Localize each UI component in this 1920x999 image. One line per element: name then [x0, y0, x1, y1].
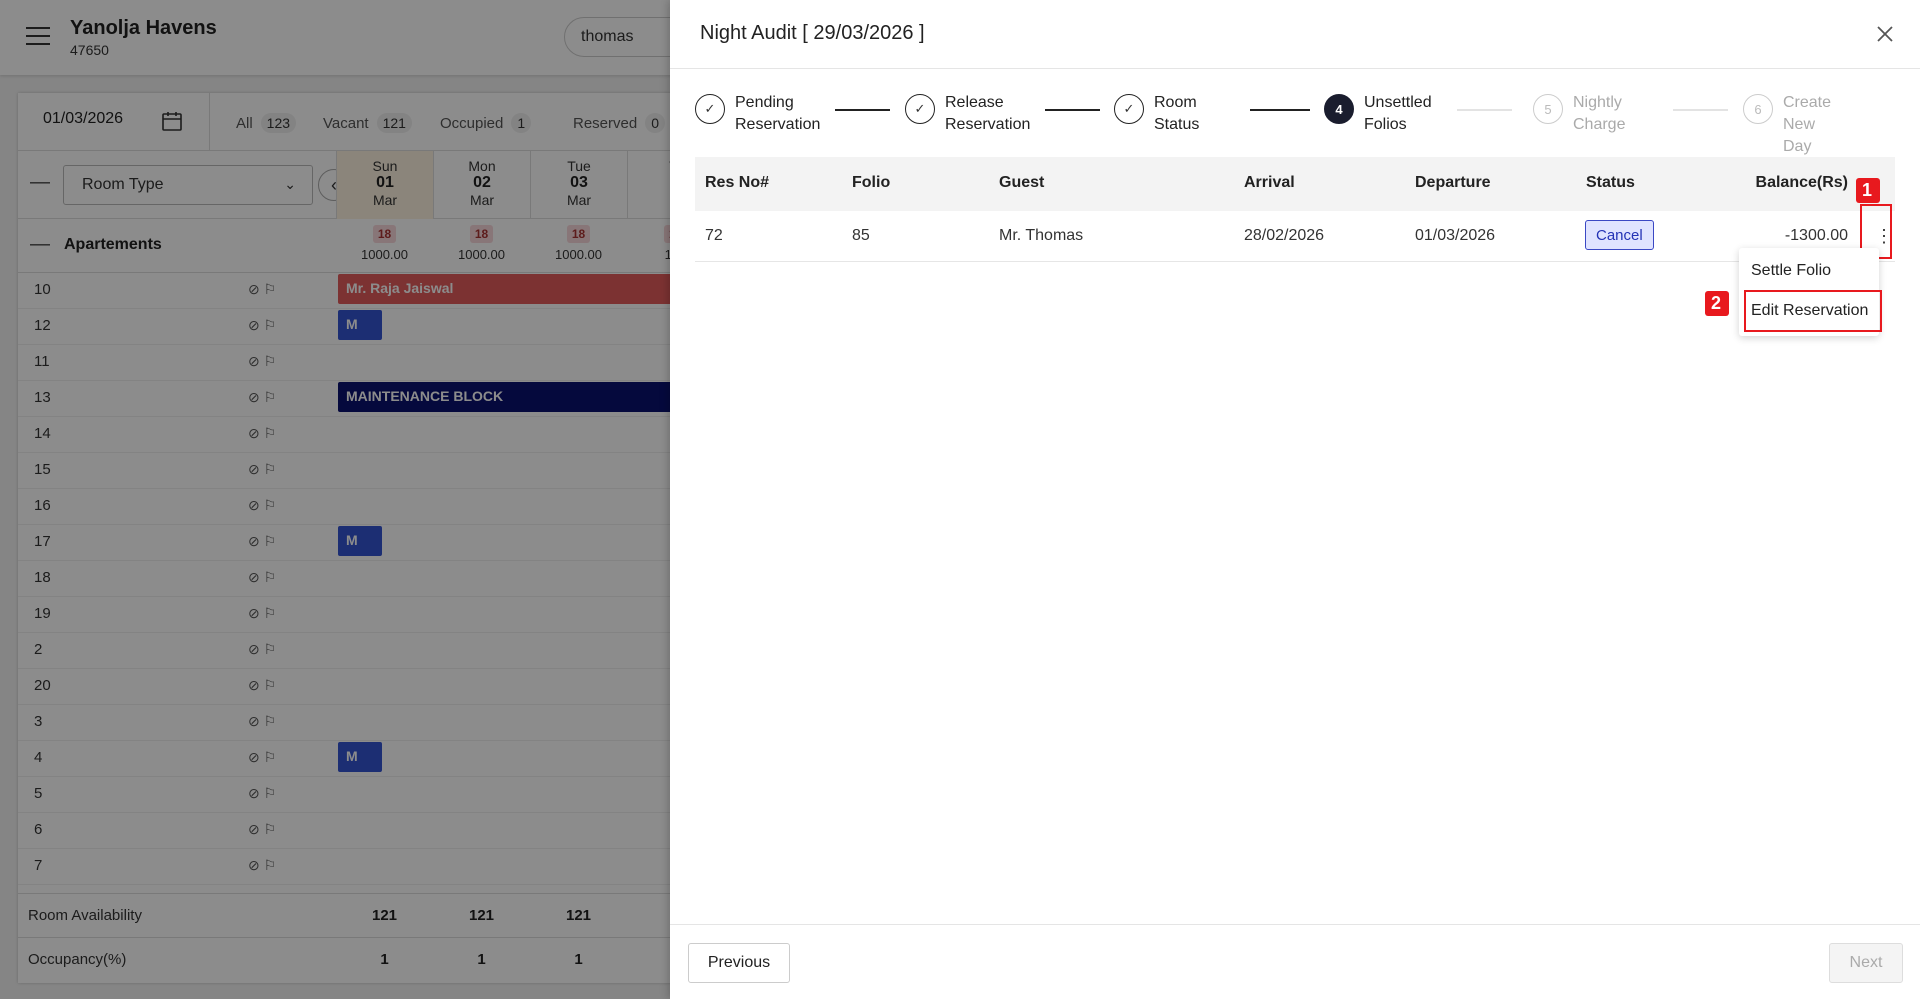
column-header: Res No# [705, 174, 770, 191]
annotation-box [1744, 290, 1882, 332]
previous-button[interactable]: Previous [688, 943, 790, 983]
step-connector [1457, 109, 1512, 111]
table-header: Res No# Folio Guest Arrival Departure St… [695, 157, 1895, 211]
step-label: Room Status [1154, 94, 1200, 133]
settle-folio-menu-item[interactable]: Settle Folio [1751, 262, 1831, 280]
step-connector [1673, 109, 1728, 111]
departure-cell: 01/03/2026 [1415, 227, 1496, 244]
step-number: 6 [1743, 94, 1773, 124]
drawer-title: Night Audit [ 29/03/2026 ] [700, 22, 925, 44]
arrival-cell: 28/02/2026 [1244, 227, 1325, 244]
column-header: Guest [999, 174, 1045, 191]
column-header: Balance(Rs) [1755, 174, 1848, 191]
step-connector [1250, 109, 1310, 111]
annotation-tag: 2 [1705, 291, 1730, 316]
step-label: Release Reservation [945, 94, 1031, 133]
guest-cell: Mr. Thomas [999, 227, 1084, 244]
divider [670, 924, 1920, 925]
column-header: Arrival [1244, 174, 1295, 191]
status-badge: Cancel [1585, 220, 1654, 250]
folio-cell: 85 [852, 227, 870, 244]
res-no-cell: 72 [705, 227, 723, 244]
step-label: Unsettled Folios [1364, 94, 1432, 133]
column-header: Status [1586, 174, 1635, 191]
annotation-tag: 1 [1856, 178, 1881, 203]
next-button[interactable]: Next [1829, 943, 1903, 983]
step-number: 4 [1324, 94, 1354, 124]
step-connector [835, 109, 890, 111]
check-icon: ✓ [905, 94, 935, 124]
audit-stepper: ✓ Pending Reservation ✓ Release Reservat… [695, 92, 1895, 155]
table-row: 72 85 Mr. Thomas 28/02/2026 01/03/2026 C… [695, 211, 1895, 262]
step-label: Create New Day [1783, 94, 1832, 155]
column-header: Departure [1415, 174, 1491, 191]
check-icon: ✓ [695, 94, 725, 124]
step-connector [1045, 109, 1100, 111]
divider [670, 68, 1920, 69]
step-number: 5 [1533, 94, 1563, 124]
step-label: Nightly Charge [1573, 94, 1626, 133]
column-header: Folio [852, 174, 891, 191]
close-icon[interactable] [1873, 22, 1897, 46]
night-audit-drawer: Night Audit [ 29/03/2026 ] ✓ Pending Res… [670, 0, 1920, 999]
step-label: Pending Reservation [735, 94, 821, 133]
check-icon: ✓ [1114, 94, 1144, 124]
balance-cell: -1300.00 [1784, 227, 1848, 244]
